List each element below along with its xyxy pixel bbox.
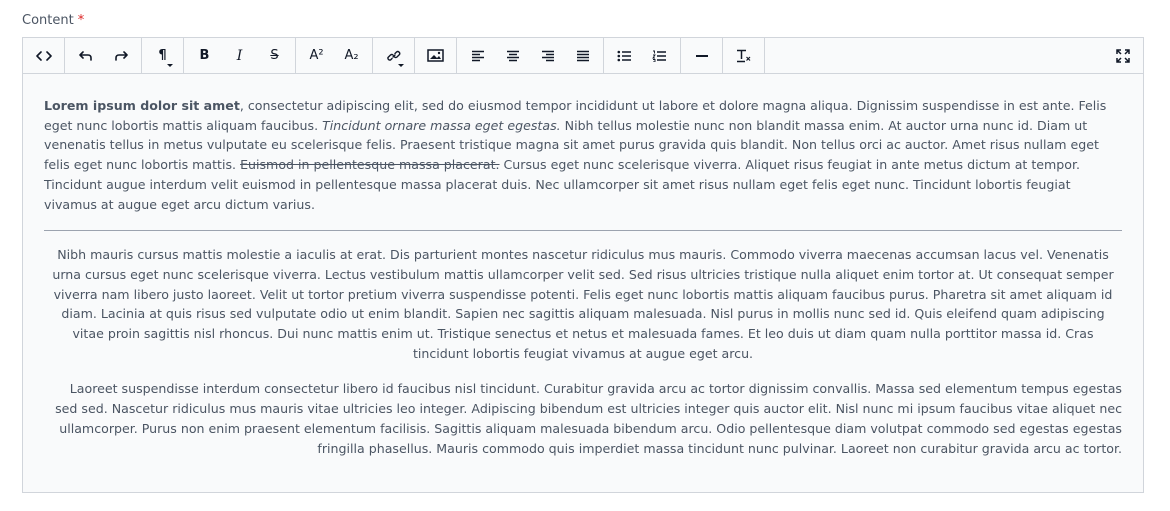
- bold-icon: B: [199, 48, 210, 63]
- superscript-button[interactable]: A²: [299, 41, 334, 71]
- paragraph-1: Lorem ipsum dolor sit amet, consectetur …: [44, 96, 1122, 214]
- bold-text: Lorem ipsum dolor sit amet: [44, 98, 240, 113]
- ordered-list-icon: [652, 50, 666, 62]
- horizontal-rule: [44, 230, 1122, 232]
- redo-button[interactable]: [103, 41, 138, 71]
- clear-format-button[interactable]: [726, 41, 761, 71]
- chevron-down-icon: [398, 63, 404, 67]
- link-dropdown[interactable]: [376, 41, 411, 71]
- align-center-button[interactable]: [495, 41, 530, 71]
- strikethrough-icon: S: [270, 48, 279, 63]
- align-right-button[interactable]: [530, 41, 565, 71]
- toolbar-group-clear: [723, 38, 765, 73]
- horizontal-rule-icon: [695, 54, 708, 57]
- paragraph-icon: ¶: [158, 48, 167, 63]
- toolbar-group-history: [65, 38, 142, 73]
- undo-button[interactable]: [68, 41, 103, 71]
- align-justify-icon: [576, 50, 589, 61]
- align-right-icon: [541, 50, 554, 61]
- chevron-down-icon: [167, 63, 173, 67]
- italic-text: Tincidunt ornare massa eget egestas.: [322, 117, 561, 133]
- bullet-list-button[interactable]: [607, 41, 642, 71]
- toolbar-group-link: [373, 38, 415, 73]
- toolbar-group-view: [1102, 38, 1143, 73]
- italic-icon: I: [236, 47, 243, 64]
- paragraph-3-right-aligned: Laoreet suspendisse interdum consectetur…: [55, 381, 1122, 456]
- insert-image-button[interactable]: [418, 41, 453, 71]
- link-icon: [386, 50, 400, 61]
- toolbar-group-align: [457, 38, 604, 73]
- toolbar-group-media: [415, 38, 457, 73]
- strikethrough-button[interactable]: S: [257, 41, 292, 71]
- toolbar-group-script: A² A₂: [296, 38, 373, 73]
- fullscreen-button[interactable]: [1105, 41, 1140, 71]
- horizontal-rule-button[interactable]: [684, 41, 719, 71]
- align-left-button[interactable]: [460, 41, 495, 71]
- align-center-icon: [506, 50, 519, 61]
- content-field-label: Content *: [22, 12, 84, 30]
- required-marker: *: [77, 13, 85, 28]
- code-icon: [35, 50, 52, 61]
- toolbar-group-hr: [681, 38, 723, 73]
- redo-icon: [114, 50, 128, 61]
- superscript-icon: A²: [309, 48, 324, 63]
- undo-icon: [78, 50, 92, 61]
- rich-text-editor: ¶ B I S A² A₂ Lorem ipsum dolor sit amet…: [22, 37, 1144, 493]
- subscript-icon: A₂: [344, 48, 359, 63]
- toolbar-group-block: ¶: [142, 38, 184, 73]
- bold-button[interactable]: B: [187, 41, 222, 71]
- align-justify-button[interactable]: [565, 41, 600, 71]
- toolbar-group-lists: [604, 38, 681, 73]
- italic-button[interactable]: I: [222, 41, 257, 71]
- toolbar-group-inline: B I S: [184, 38, 296, 73]
- paragraph-format-dropdown[interactable]: ¶: [145, 41, 180, 71]
- source-code-button[interactable]: [26, 41, 61, 71]
- image-icon: [427, 49, 444, 62]
- subscript-button[interactable]: A₂: [334, 41, 369, 71]
- editor-content[interactable]: Lorem ipsum dolor sit amet, consectetur …: [23, 74, 1143, 458]
- ordered-list-button[interactable]: [642, 41, 677, 71]
- fullscreen-icon: [1115, 48, 1130, 63]
- clear-format-icon: [736, 49, 750, 62]
- strikethrough-text: Euismod in pellentesque massa placerat.: [240, 157, 500, 173]
- editor-toolbar: ¶ B I S A² A₂: [23, 38, 1143, 74]
- paragraph-2-centered: Nibh mauris cursus mattis molestie a iac…: [52, 247, 1114, 361]
- bullet-list-icon: [617, 50, 631, 61]
- label-text: Content: [22, 13, 74, 28]
- toolbar-group-source: [23, 38, 65, 73]
- align-left-icon: [471, 50, 484, 61]
